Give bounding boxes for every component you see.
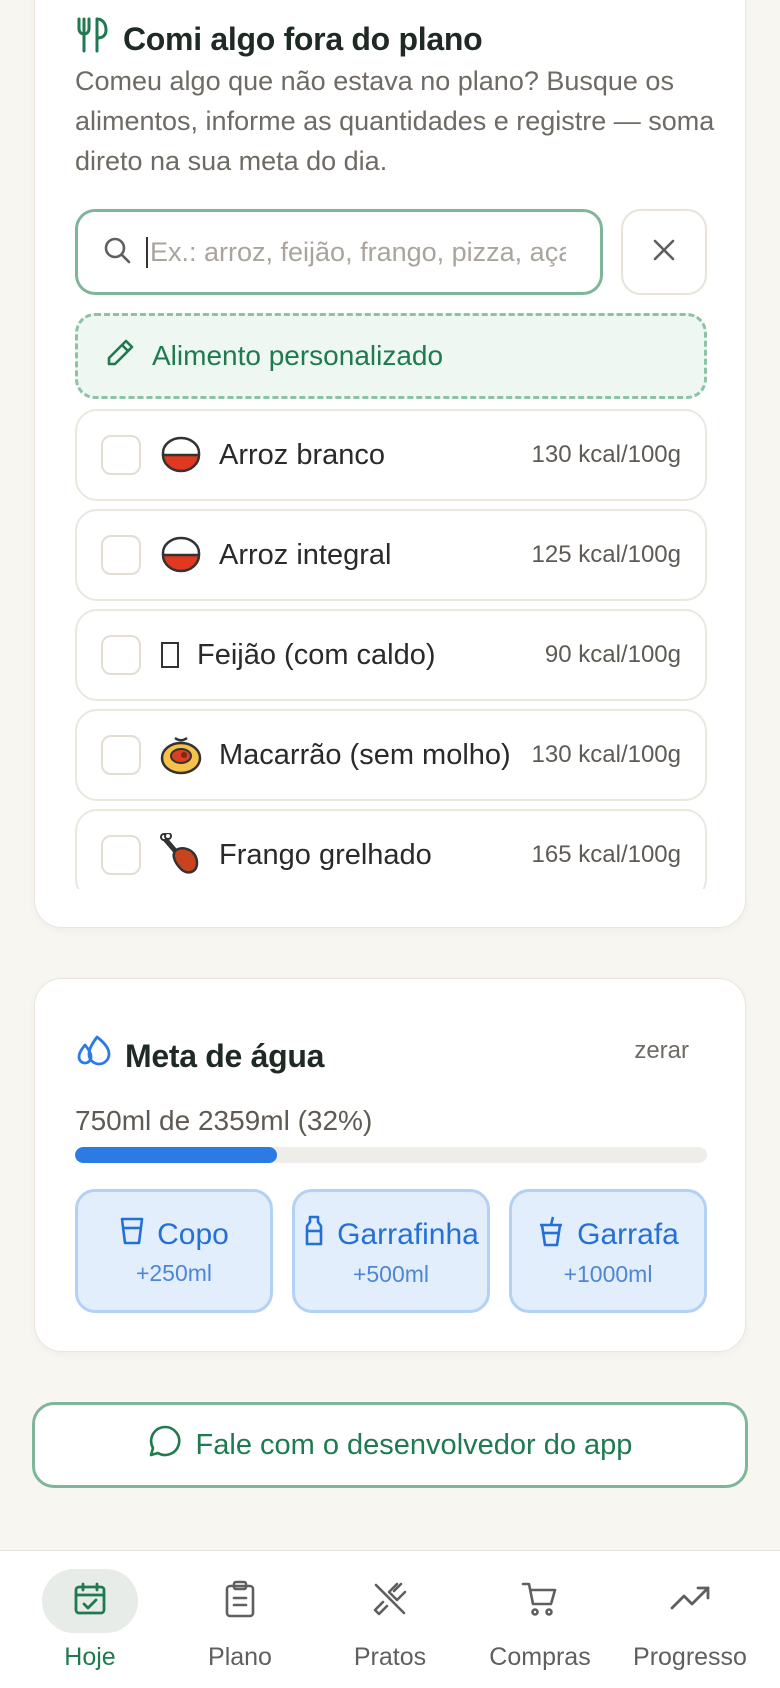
pencil-icon [104, 337, 136, 376]
food-item[interactable]: Frango grelhado 165 kcal/100g [75, 809, 707, 889]
food-name: Arroz branco [219, 438, 386, 471]
contact-developer-button[interactable]: Fale com o desenvolvedor do app [32, 1402, 748, 1488]
food-checkbox[interactable] [101, 435, 141, 475]
bottle-icon [537, 1215, 565, 1255]
custom-food-button[interactable]: Alimento personalizado [75, 313, 707, 399]
close-icon [651, 237, 677, 268]
cup-label: Copo [157, 1217, 229, 1251]
water-progress-bar [75, 1147, 707, 1163]
off-plan-meal-card: Comi algo fora do plano Comeu algo que n… [34, 0, 746, 928]
small-bottle-amount: +500ml [352, 1260, 430, 1287]
nav-label-pratos: Pratos [353, 1643, 427, 1671]
off-plan-description: Comeu algo que não estava no plano? Busq… [75, 66, 715, 176]
chicken-leg-icon [159, 833, 203, 877]
small-bottle-icon [303, 1215, 325, 1255]
add-bottle-button[interactable]: Garrafa +1000ml [509, 1189, 707, 1313]
reset-water-link[interactable]: zerar [634, 1037, 689, 1065]
nav-label-progresso: Progresso [633, 1643, 747, 1671]
cup-amount: +250ml [135, 1259, 213, 1286]
rice-bowl-icon [159, 433, 203, 477]
food-checkbox[interactable] [101, 735, 141, 775]
add-cup-button[interactable]: Copo +250ml [75, 1189, 273, 1313]
food-checkbox[interactable] [101, 835, 141, 875]
food-name: Frango grelhado [219, 838, 432, 871]
food-item[interactable]: Macarrão (sem molho) 130 kcal/100g [75, 709, 707, 801]
water-title: Meta de água [75, 1033, 324, 1079]
custom-food-label: Alimento personalizado [152, 340, 444, 371]
food-item[interactable]: Arroz branco 130 kcal/100g [75, 409, 707, 501]
off-plan-title: Comi algo fora do plano [75, 17, 483, 61]
food-item[interactable]: Arroz integral 125 kcal/100g [75, 509, 707, 601]
food-kcal: 165 kcal/100g [531, 841, 681, 868]
water-status: 750ml de 2359ml (32%) [75, 1105, 373, 1136]
small-bottle-label: Garrafinha [337, 1217, 479, 1251]
food-list: Arroz branco 130 kcal/100g Arroz integra… [75, 409, 707, 889]
food-item[interactable]: Feijão (com caldo) 90 kcal/100g [75, 609, 707, 701]
water-title-text: Meta de água [125, 1037, 325, 1074]
bottle-amount: +1000ml [563, 1260, 653, 1287]
clear-search-button[interactable] [621, 209, 707, 295]
food-kcal: 90 kcal/100g [544, 641, 681, 668]
food-kcal: 125 kcal/100g [531, 541, 681, 568]
food-search-input[interactable] [146, 236, 566, 268]
nav-label-compras: Compras [489, 1643, 591, 1671]
clipboard-icon [223, 1580, 257, 1623]
utensils-icon [75, 17, 109, 61]
nav-item-hoje[interactable]: Hoje [12, 1551, 168, 1688]
food-name: Arroz integral [219, 538, 392, 571]
contact-developer-label: Fale com o desenvolvedor do app [195, 1428, 633, 1461]
nav-item-progresso[interactable]: Progresso [612, 1551, 768, 1688]
water-progress-fill [75, 1147, 278, 1163]
search-icon [102, 235, 132, 270]
nav-label-plano: Plano [208, 1643, 272, 1671]
nav-item-plano[interactable]: Plano [162, 1551, 318, 1688]
nav-item-pratos[interactable]: Pratos [312, 1551, 468, 1688]
chat-bubble-icon [148, 1424, 182, 1466]
calendar-check-icon [72, 1581, 108, 1622]
food-name: Feijão (com caldo) [197, 638, 436, 671]
bottom-navigation: Hoje Plano Pratos Compras Progresso [0, 1550, 780, 1688]
food-name: Macarrão (sem molho) [219, 738, 511, 771]
trending-up-icon [670, 1584, 710, 1619]
rice-bowl-icon [159, 533, 203, 577]
nav-item-compras[interactable]: Compras [462, 1551, 618, 1688]
droplets-icon [75, 1033, 111, 1079]
cart-icon [521, 1580, 559, 1623]
missing-glyph-icon [159, 633, 181, 677]
bottle-label: Garrafa [577, 1217, 679, 1251]
food-kcal: 130 kcal/100g [531, 441, 681, 468]
food-search-field[interactable] [75, 209, 603, 295]
food-kcal: 130 kcal/100g [531, 741, 681, 768]
utensils-crossed-icon [371, 1580, 409, 1623]
nav-label-hoje: Hoje [64, 1643, 116, 1671]
food-checkbox[interactable] [101, 635, 141, 675]
food-checkbox[interactable] [101, 535, 141, 575]
water-goal-card: Meta de água zerar 750ml de 2359ml (32%)… [34, 978, 746, 1352]
off-plan-title-text: Comi algo fora do plano [123, 20, 483, 57]
cup-icon [119, 1216, 145, 1254]
add-small-bottle-button[interactable]: Garrafinha +500ml [292, 1189, 490, 1313]
pasta-icon [159, 733, 203, 777]
